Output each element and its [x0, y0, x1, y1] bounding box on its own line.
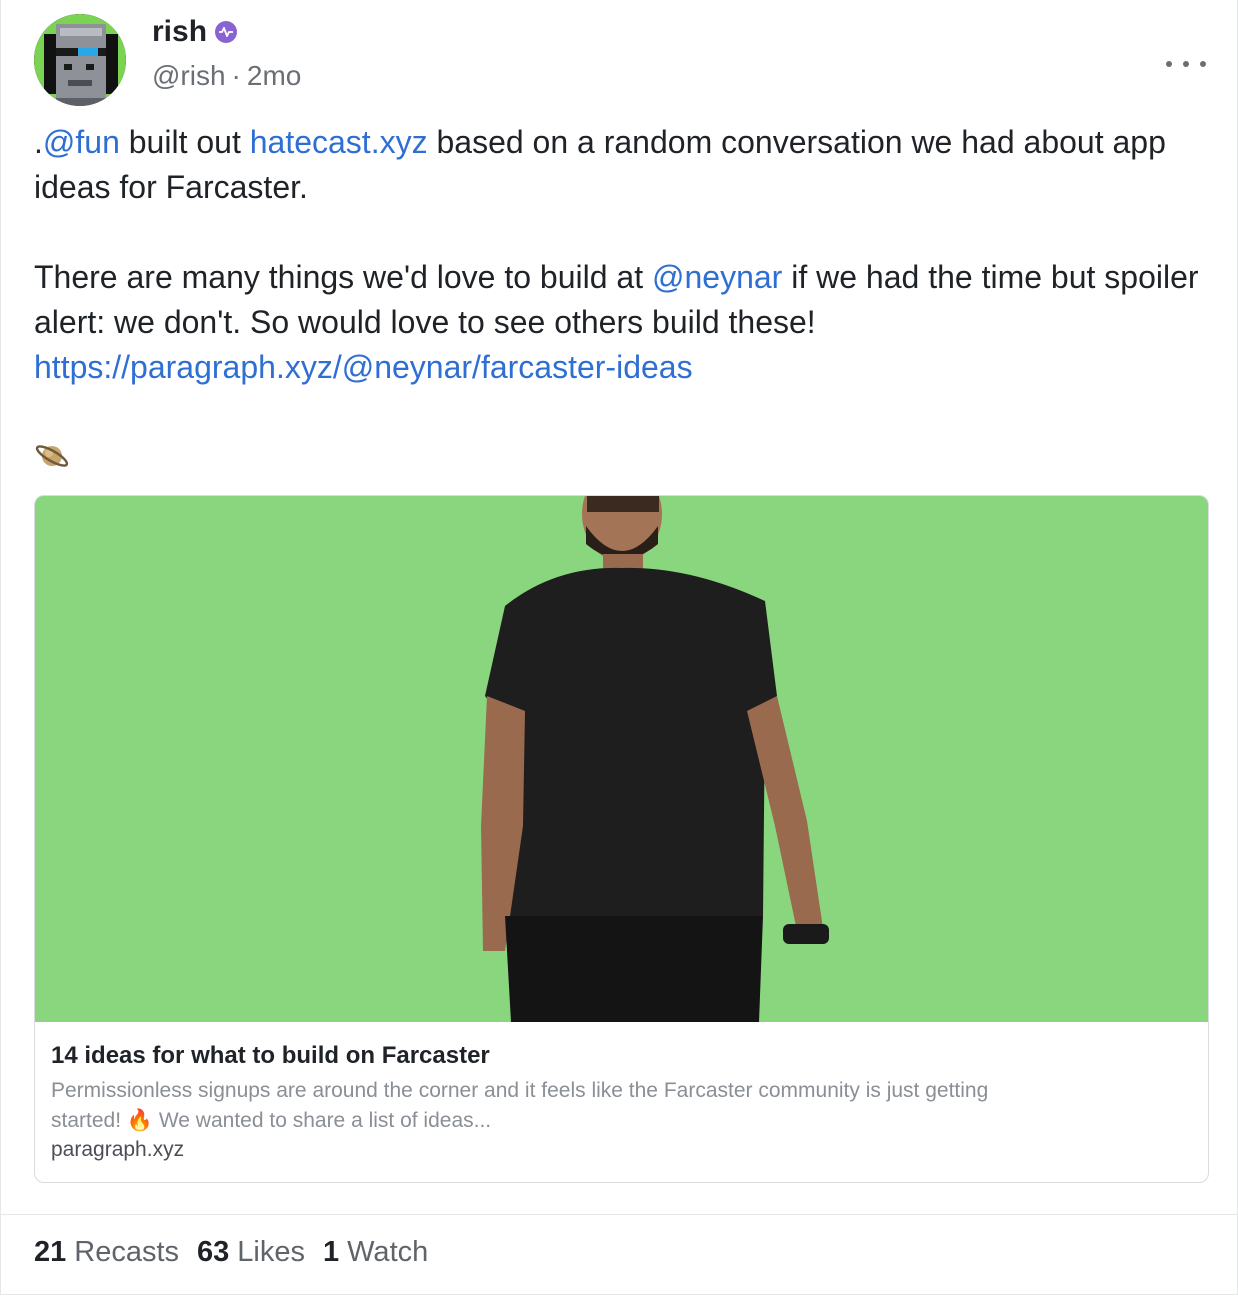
author-display-name[interactable]: rish	[152, 15, 207, 49]
more-options-button[interactable]	[1166, 52, 1206, 76]
cast-text: .@fun built out hatecast.xyz based on a …	[34, 120, 1204, 390]
watch-count: 1	[323, 1235, 340, 1268]
recasts-label: Recasts	[74, 1235, 180, 1268]
author-handle[interactable]: @rish	[152, 60, 226, 92]
avatar[interactable]	[34, 14, 126, 106]
mention-neynar-link[interactable]: @neynar	[652, 259, 782, 295]
likes-stat[interactable]: 63 Likes	[197, 1236, 305, 1269]
likes-count: 63	[197, 1235, 230, 1268]
recasts-stat[interactable]: 21 Recasts	[34, 1236, 179, 1269]
ringed-planet-icon	[34, 438, 70, 474]
preview-image	[35, 496, 1208, 1022]
preview-description: Permissionless signups are around the co…	[51, 1079, 989, 1132]
timestamp[interactable]: 2mo	[247, 60, 301, 92]
power-badge-icon	[215, 21, 238, 43]
paragraph-url-link[interactable]: https://paragraph.xyz/@neynar/farcaster-…	[34, 349, 693, 385]
recasts-count: 21	[34, 1235, 67, 1268]
author-name-row: rish	[152, 14, 238, 50]
hatecast-link[interactable]: hatecast.xyz	[250, 124, 428, 160]
author-handle-row: @rish · 2mo	[152, 60, 301, 92]
preview-title: 14 ideas for what to build on Farcaster	[51, 1042, 490, 1069]
mention-fun-link[interactable]: @fun	[43, 124, 120, 160]
ellipsis-dot-icon	[1200, 61, 1206, 67]
divider	[0, 1214, 1238, 1215]
separator: ·	[231, 60, 241, 91]
watch-label: Watch	[347, 1235, 429, 1268]
cast-paragraph-2: There are many things we'd love to build…	[34, 259, 1199, 385]
cast-paragraph-1: .@fun built out hatecast.xyz based on a …	[34, 124, 1166, 205]
ellipsis-dot-icon	[1166, 61, 1172, 67]
link-preview-card[interactable]: 14 ideas for what to build on Farcaster …	[34, 495, 1209, 1183]
ellipsis-dot-icon	[1183, 61, 1189, 67]
cast-stats: 21 Recasts 63 Likes 1 Watch	[34, 1232, 428, 1272]
likes-label: Likes	[237, 1235, 305, 1268]
watch-stat[interactable]: 1 Watch	[323, 1236, 428, 1269]
preview-domain: paragraph.xyz	[51, 1138, 185, 1161]
